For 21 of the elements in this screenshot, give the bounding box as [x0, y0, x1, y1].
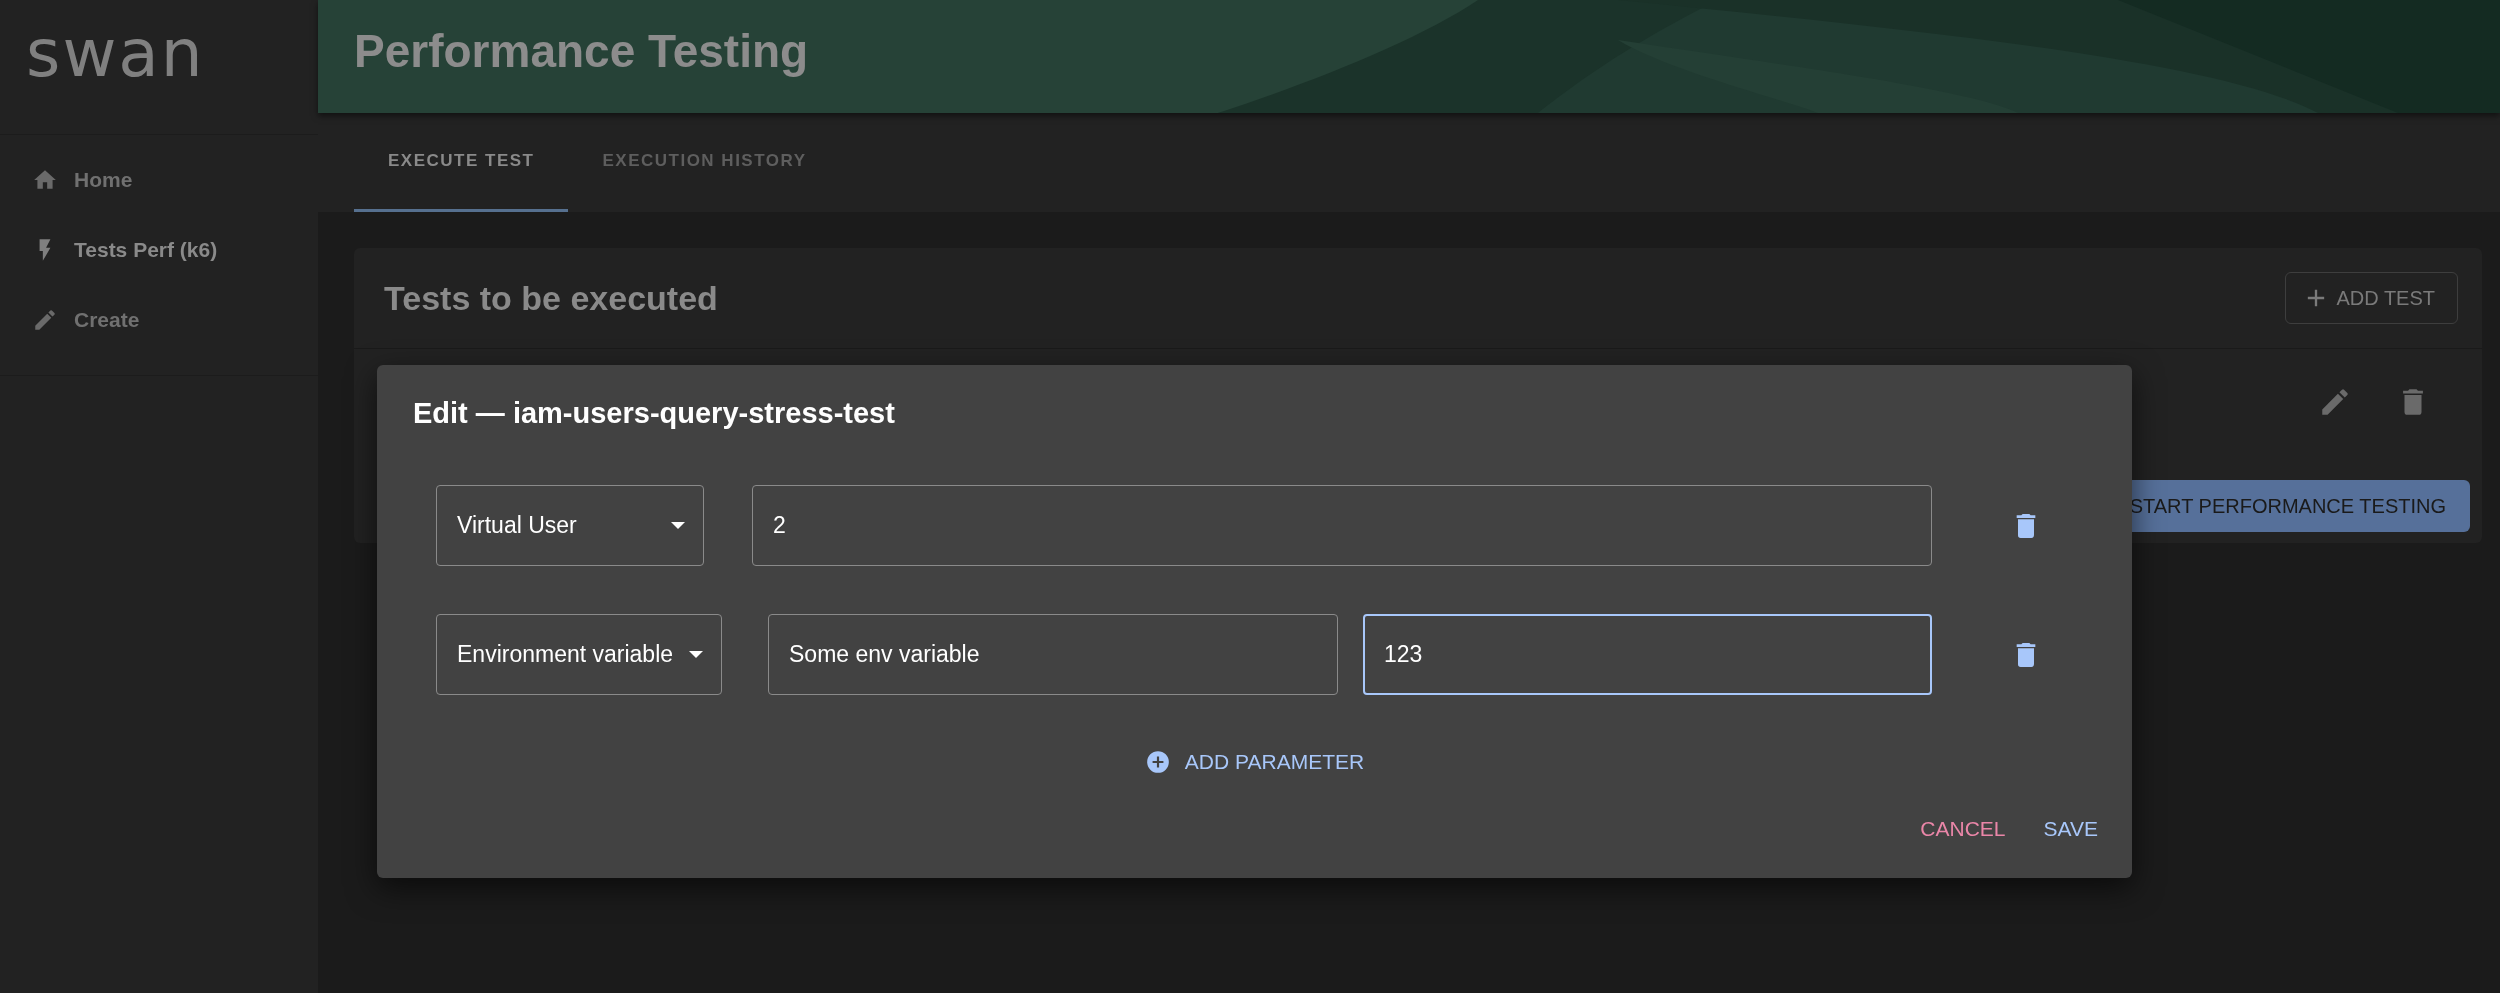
- input-field[interactable]: 123: [1363, 614, 1932, 695]
- pencil-icon: [32, 307, 58, 333]
- sidebar-item[interactable]: Create: [0, 285, 318, 355]
- logo: swan: [26, 15, 205, 92]
- card-title: Tests to be executed: [384, 278, 718, 318]
- cancel-button[interactable]: CANCEL: [1908, 809, 2018, 849]
- page-title: Performance Testing: [353, 24, 809, 78]
- add-parameter-button[interactable]: ADD PARAMETER: [1134, 743, 1375, 781]
- caret-icon: [689, 651, 703, 658]
- add-test-button[interactable]: ADD TEST: [2285, 272, 2458, 324]
- dialog-title: Edit — iam-users-query-stress-test: [412, 396, 896, 431]
- sidebar-item[interactable]: Home: [0, 145, 318, 215]
- type-dropdown[interactable]: Virtual User: [436, 485, 704, 566]
- input-field[interactable]: Some env variable: [768, 614, 1338, 695]
- input-field[interactable]: 2: [752, 485, 1932, 566]
- save-button[interactable]: SAVE: [2031, 809, 2110, 849]
- type-dropdown[interactable]: Environment variable: [436, 614, 722, 695]
- tab[interactable]: EXECUTION HISTORY: [568, 113, 841, 212]
- tab[interactable]: EXECUTE TEST: [354, 113, 569, 212]
- caret-icon: [671, 522, 685, 529]
- sidebar-item[interactable]: Tests Perf (k6): [0, 215, 318, 285]
